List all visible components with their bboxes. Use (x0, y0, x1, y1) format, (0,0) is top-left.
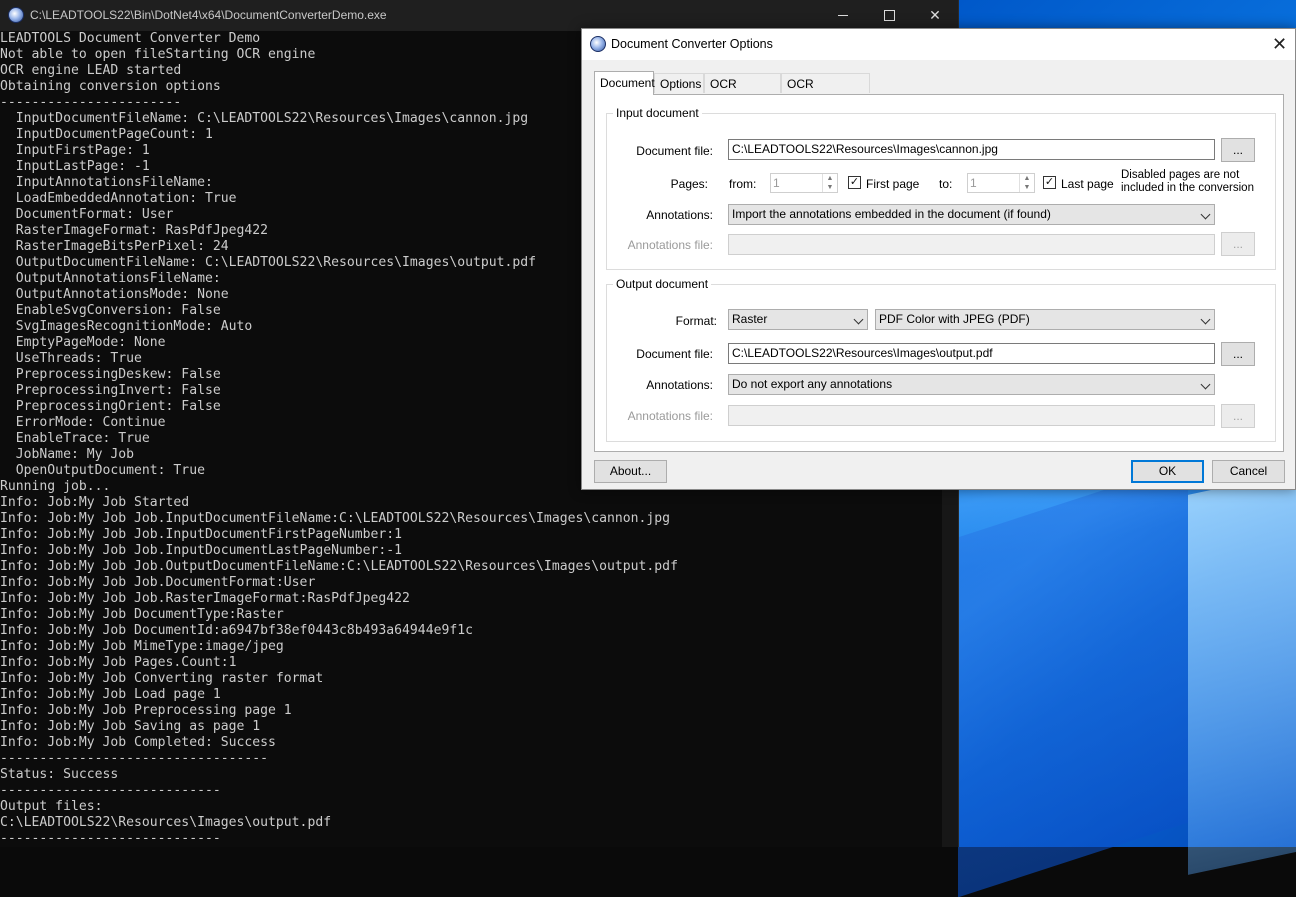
output-annotations-file-field (728, 405, 1215, 426)
input-annotations-dropdown[interactable]: Import the annotations embedded in the d… (728, 204, 1215, 225)
input-annotations-label: Annotations: (646, 208, 713, 222)
console-line: ---------------------------------- (0, 751, 269, 766)
from-page-value: 1 (773, 176, 780, 190)
output-document-legend: Output document (613, 277, 712, 291)
tab-options[interactable]: Options (654, 73, 704, 93)
console-line: ---------------------------- (0, 783, 221, 798)
ok-button[interactable]: OK (1131, 460, 1204, 483)
first-page-label: First page (866, 177, 920, 191)
to-label: to: (939, 177, 953, 191)
console-line: Info: Job:My Job DocumentType:Raster (0, 607, 284, 622)
input-document-legend: Input document (613, 106, 702, 120)
chevron-down-icon (1200, 209, 1211, 220)
from-label: from: (729, 177, 757, 191)
dialog-title: Document Converter Options (611, 37, 773, 51)
console-line: Info: Job:My Job Job.InputDocumentFileNa… (0, 511, 671, 526)
from-spinner-arrows[interactable]: ▲ ▼ (822, 174, 837, 192)
output-annotations-file-label: Annotations file: (627, 409, 713, 423)
console-line: Info: Job:My Job Job.InputDocumentFirstP… (0, 527, 403, 542)
console-line: Info: Job:My Job Saving as page 1 (0, 719, 261, 734)
chevron-down-icon (1200, 314, 1211, 325)
pages-label: Pages: (670, 177, 708, 191)
dialog-titlebar[interactable]: Document Converter Options ✕ (582, 29, 1295, 60)
wallpaper-light-beam (1188, 465, 1296, 875)
document-tab-page: Input document Document file: C:\LEADTOO… (594, 94, 1284, 452)
to-page-value: 1 (970, 176, 977, 190)
console-line: Info: Job:My Job MimeType:image/jpeg (0, 639, 284, 654)
subformat-value: PDF Color with JPEG (PDF) (879, 312, 1030, 326)
chevron-down-icon (1200, 379, 1211, 390)
dialog-app-icon (590, 36, 606, 52)
console-line: Info: Job:My Job Preprocessing page 1 (0, 703, 292, 718)
minimize-button[interactable] (820, 0, 866, 31)
disabled-pages-note-line1: Disabled pages are not (1121, 169, 1240, 181)
console-line: Info: Job:My Job DocumentId:a6947bf38ef0… (0, 623, 473, 638)
tab-ocr-languages[interactable]: OCR Languages (781, 73, 870, 111)
input-document-group: Input document Document file: C:\LEADTOO… (606, 106, 1276, 270)
output-document-file-label: Document file: (636, 347, 713, 361)
minimize-icon (838, 15, 848, 16)
console-line: Info: Job:My Job Job.RasterImageFormat:R… (0, 591, 410, 606)
console-line: Info: Job:My Job Job.InputDocumentLastPa… (0, 543, 403, 558)
input-annotations-file-field (728, 234, 1215, 255)
dialog-close-icon[interactable]: ✕ (1272, 34, 1287, 55)
format-value: Raster (732, 312, 768, 326)
output-annotations-browse-button: ... (1221, 404, 1255, 428)
console-line: Info: Job:My Job Converting raster forma… (0, 671, 324, 686)
close-button[interactable]: ✕ (912, 0, 958, 31)
console-line: Info: Job:My Job Started (0, 495, 190, 510)
output-annotations-value: Do not export any annotations (732, 377, 893, 391)
output-document-file-field[interactable]: C:\LEADTOOLS22\Resources\Images\output.p… (728, 343, 1215, 364)
input-annotations-file-label: Annotations file: (627, 238, 713, 252)
console-line: Info: Job:My Job Completed: Success (0, 735, 276, 750)
format-label: Format: (675, 314, 717, 328)
wallpaper-light-panel (958, 462, 1188, 897)
output-annotations-dropdown[interactable]: Do not export any annotations (728, 374, 1215, 395)
close-icon: ✕ (929, 7, 941, 23)
last-page-checkbox[interactable]: ✓ (1043, 176, 1056, 189)
cancel-button[interactable]: Cancel (1212, 460, 1285, 483)
to-spinner-arrows[interactable]: ▲ ▼ (1019, 174, 1034, 192)
first-page-checkbox[interactable]: ✓ (848, 176, 861, 189)
console-line: ---------------------------- (0, 831, 221, 846)
disabled-pages-note-line2: included in the conversion (1121, 182, 1254, 194)
input-browse-button[interactable]: ... (1221, 138, 1255, 162)
console-line: Info: Job:My Job Load page 1 (0, 687, 221, 702)
console-line: Output files: (0, 799, 103, 814)
to-page-spinner[interactable]: 1 ▲ ▼ (967, 173, 1035, 193)
output-annotations-label: Annotations: (646, 378, 713, 392)
console-line: Info: Job:My Job Pages.Count:1 (0, 655, 237, 670)
console-title: C:\LEADTOOLS22\Bin\DotNet4\x64\DocumentC… (30, 8, 387, 22)
input-document-file-label: Document file: (636, 144, 713, 158)
chevron-down-icon (853, 314, 864, 325)
console-line: Status: Success (0, 767, 119, 782)
maximize-button[interactable] (866, 0, 912, 31)
console-titlebar[interactable]: C:\LEADTOOLS22\Bin\DotNet4\x64\DocumentC… (0, 0, 958, 31)
last-page-label: Last page (1061, 177, 1114, 191)
console-line: Info: Job:My Job Job.OutputDocumentFileN… (0, 559, 678, 574)
console-line: C:\LEADTOOLS22\Resources\Images\output.p… (0, 815, 332, 830)
input-annotations-browse-button: ... (1221, 232, 1255, 256)
console-line: Info: Job:My Job Job.DocumentFormat:User (0, 575, 316, 590)
tab-ocr-settings[interactable]: OCR Settings (704, 73, 781, 111)
last-page-check-icon: ✓ (1044, 176, 1055, 188)
output-browse-button[interactable]: ... (1221, 342, 1255, 366)
input-document-file-field[interactable]: C:\LEADTOOLS22\Resources\Images\cannon.j… (728, 139, 1215, 160)
format-dropdown[interactable]: Raster (728, 309, 868, 330)
subformat-dropdown[interactable]: PDF Color with JPEG (PDF) (875, 309, 1215, 330)
from-page-spinner[interactable]: 1 ▲ ▼ (770, 173, 838, 193)
maximize-icon (883, 10, 895, 21)
app-icon (8, 7, 24, 23)
tab-document[interactable]: Document (594, 71, 655, 95)
input-annotations-value: Import the annotations embedded in the d… (732, 207, 1051, 221)
about-button[interactable]: About... (594, 460, 667, 483)
output-document-group: Output document Format: Raster PDF Color… (606, 277, 1276, 442)
first-page-check-icon: ✓ (849, 176, 860, 188)
options-dialog: Document Converter Options ✕ Document Op… (581, 28, 1296, 490)
